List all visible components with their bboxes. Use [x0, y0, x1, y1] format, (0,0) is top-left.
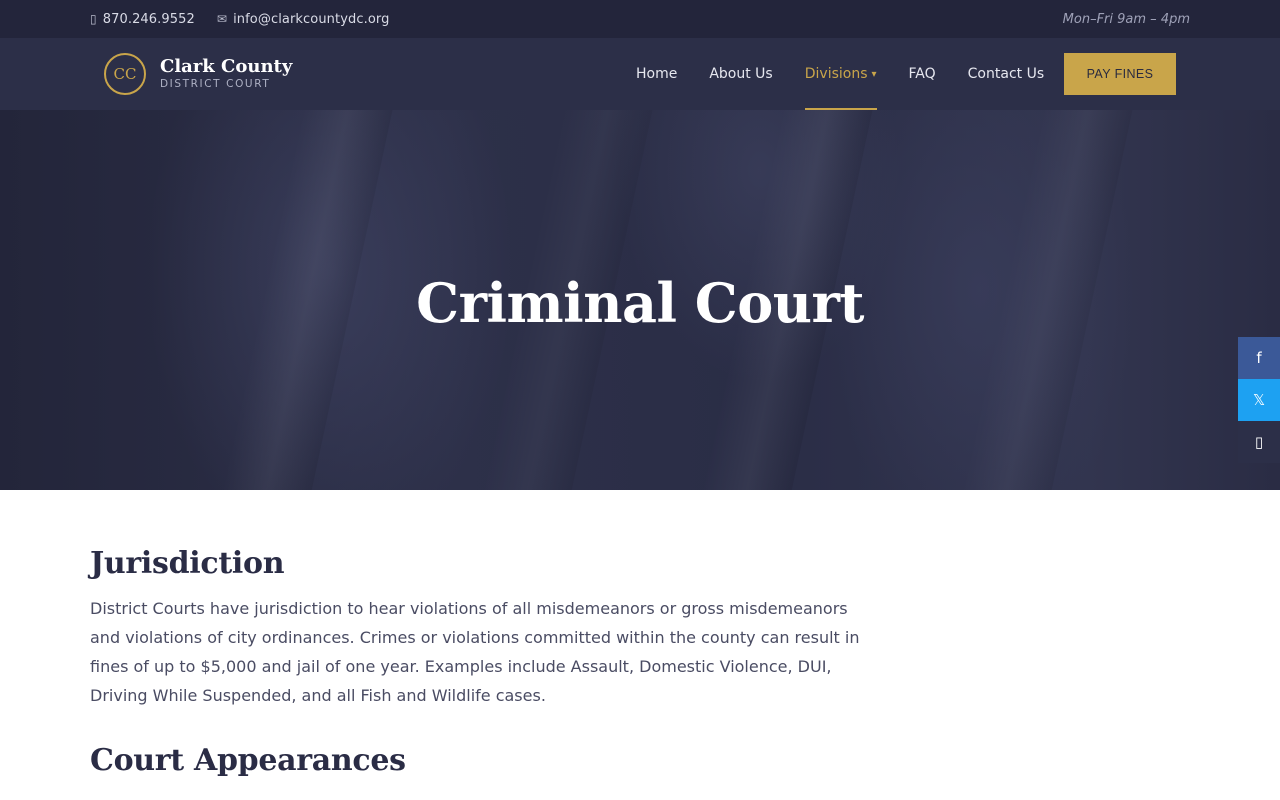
- page-title: Criminal Court: [416, 271, 864, 335]
- logo-subtitle: DISTRICT COURT: [160, 78, 271, 90]
- logo-name: Clark County: [160, 56, 293, 77]
- phone-icon[interactable]: ▯: [1238, 421, 1280, 463]
- email-address: info@clarkcountydc.org: [233, 11, 390, 27]
- nav-contact-us[interactable]: Contact Us: [952, 38, 1060, 110]
- phone-icon: ▯: [90, 12, 97, 26]
- logo-text: Clark County DISTRICT COURT: [160, 57, 292, 91]
- facebook-icon[interactable]: f: [1238, 337, 1280, 379]
- hero-banner: Criminal Court: [0, 110, 1280, 490]
- nav-about-us[interactable]: About Us: [693, 38, 788, 110]
- pay-fines-button[interactable]: PAY FINES: [1064, 53, 1176, 95]
- chevron-down-icon: ▾: [871, 68, 877, 80]
- nav-home[interactable]: Home: [620, 38, 693, 110]
- office-hours: Mon–Fri 9am – 4pm: [1062, 11, 1190, 27]
- jurisdiction-text: District Courts have jurisdiction to hea…: [90, 599, 860, 705]
- phone-number: 870.246.9552: [102, 11, 195, 27]
- top-bar: ▯ 870.246.9552 ✉ info@clarkcountydc.org …: [0, 0, 1280, 38]
- main-nav: Home About Us Divisions ▾ FAQ Contact Us: [620, 38, 1060, 110]
- email-link[interactable]: ✉ info@clarkcountydc.org: [217, 12, 390, 27]
- logo-monogram: CC: [104, 53, 146, 95]
- twitter-icon[interactable]: 𝕏: [1238, 379, 1280, 421]
- court-appearances-heading: Court Appearances: [90, 743, 406, 778]
- nav-faq[interactable]: FAQ: [893, 38, 952, 110]
- nav-divisions[interactable]: Divisions ▾: [789, 38, 893, 110]
- contact-info: ▯ 870.246.9552 ✉ info@clarkcountydc.org: [90, 0, 389, 38]
- jurisdiction-heading: Jurisdiction: [90, 546, 285, 581]
- envelope-icon: ✉: [216, 12, 228, 26]
- site-logo[interactable]: CC Clark County DISTRICT COURT: [104, 53, 292, 95]
- social-share-rail: f 𝕏 ▯: [1238, 337, 1280, 463]
- main-header: CC Clark County DISTRICT COURT Home Abou…: [0, 38, 1280, 110]
- phone-link[interactable]: ▯ 870.246.9552: [90, 12, 195, 27]
- nav-divisions-label: Divisions: [804, 66, 868, 82]
